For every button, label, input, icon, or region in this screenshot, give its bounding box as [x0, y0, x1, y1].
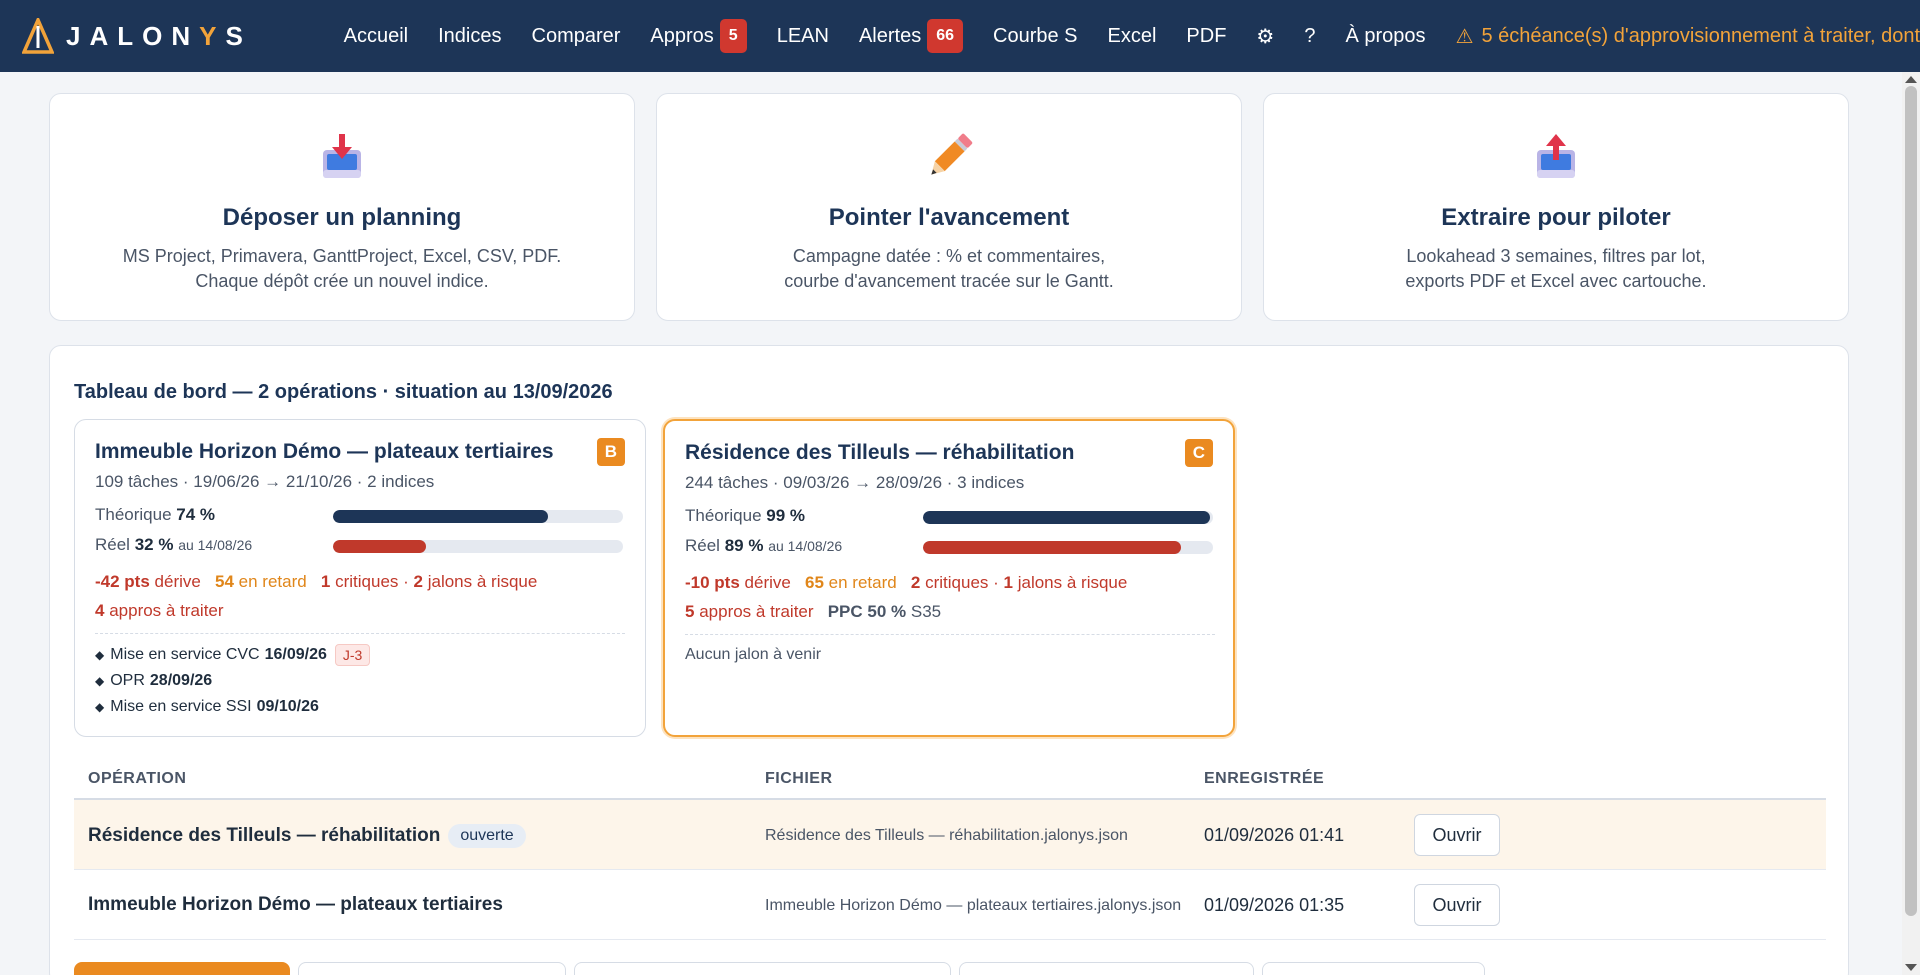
nav-alertes[interactable]: Alertes 66 — [859, 19, 963, 53]
saved-date: 01/09/2026 01:41 — [1204, 825, 1345, 845]
table-header: OPÉRATION FICHIER ENREGISTRÉE — [74, 756, 1826, 800]
warning-icon: ⚠ — [1455, 25, 1474, 48]
page-scrollbar[interactable] — [1902, 72, 1920, 975]
action-button[interactable] — [574, 962, 951, 975]
diamond-icon: ◆ — [95, 648, 105, 662]
operation-grade-badge: C — [1184, 439, 1213, 467]
action-button[interactable] — [298, 962, 566, 975]
progress-theorique: Théorique 74 % — [95, 505, 625, 527]
progress-fill-reel — [333, 540, 426, 553]
open-button[interactable]: Ouvrir — [1414, 884, 1500, 926]
operation-title: Immeuble Horizon Démo — plateaux tertiai… — [95, 440, 554, 463]
card-divider — [95, 633, 625, 634]
table-row[interactable]: Résidence des Tilleuls — réhabilitation o… — [74, 800, 1826, 870]
progress-fill-reel — [923, 541, 1182, 554]
milestone-item: ◆ OPR 28/09/26 — [95, 672, 213, 689]
file-name: Immeuble Horizon Démo — plateaux tertiai… — [765, 897, 1182, 914]
diamond-icon: ◆ — [95, 674, 105, 688]
action-button[interactable] — [1262, 962, 1485, 975]
dashboard-panel: Tableau de bord — 2 opérations · situati… — [49, 345, 1849, 975]
operation-card-tilleuls[interactable]: Résidence des Tilleuls — réhabilitation … — [663, 419, 1235, 737]
operation-name: Résidence des Tilleuls — réhabilitation — [88, 825, 441, 846]
nav-apropos[interactable]: À propos — [1345, 25, 1425, 48]
operation-appros: 4 appros à traiter — [95, 601, 224, 620]
feature-title: Pointer l'avancement — [828, 204, 1070, 231]
col-operation[interactable]: OPÉRATION — [88, 770, 186, 788]
milestone-list: ◆ Mise en service CVC 16/09/26 J-3 ◆ OPR 28/0… — [95, 642, 371, 720]
scroll-up-arrow-icon[interactable] — [1905, 76, 1917, 83]
nav-comparer[interactable]: Comparer — [532, 25, 621, 48]
operation-title: Résidence des Tilleuls — réhabilitation — [685, 441, 1075, 464]
top-navigation-bar: JALONYS Accueil Indices Comparer Appros 5… — [0, 0, 1920, 72]
progress-track — [923, 511, 1213, 524]
brand-name: JALONYS — [66, 20, 252, 51]
operation-appros: 5 appros à traiter PPC 50 % S35 — [685, 602, 942, 621]
pencil-icon — [931, 133, 973, 175]
inbox-download-icon — [323, 134, 361, 178]
feature-title: Déposer un planning — [222, 204, 462, 231]
scroll-thumb[interactable] — [1905, 86, 1917, 916]
saved-date: 01/09/2026 01:35 — [1204, 895, 1345, 915]
nav-accueil[interactable]: Accueil — [344, 25, 408, 48]
main-nav: Accueil Indices Comparer Appros 5 LEAN Al… — [344, 19, 1920, 53]
nav-excel[interactable]: Excel — [1108, 25, 1157, 48]
open-status-badge: ouverte — [448, 824, 526, 848]
progress-theorique: Théorique 99 % — [685, 506, 1215, 528]
open-button[interactable]: Ouvrir — [1414, 814, 1500, 856]
bottom-action-buttons — [74, 962, 1493, 975]
supply-alert-banner[interactable]: ⚠ 5 échéance(s) d'approvisionnement à tra… — [1456, 24, 1920, 49]
dashboard-title: Tableau de bord — 2 opérations · situati… — [74, 381, 613, 403]
nav-lean[interactable]: LEAN — [777, 25, 829, 48]
feature-description: Campagne datée : % et commentaires, courb… — [784, 246, 1114, 291]
file-name: Résidence des Tilleuls — réhabilitation.… — [765, 827, 1128, 844]
feature-description: Lookahead 3 semaines, filtres par lot, ex… — [1405, 246, 1707, 291]
ppc-value: PPC 50 % — [827, 602, 907, 621]
operation-stats: -10 pts dérive 65 en retard 2 critiques … — [685, 573, 1128, 592]
nav-indices[interactable]: Indices — [438, 25, 501, 48]
scroll-down-arrow-icon[interactable] — [1905, 964, 1917, 971]
action-button[interactable] — [959, 962, 1254, 975]
milestone-item: ◆ Mise en service SSI 09/10/26 — [95, 698, 319, 715]
feature-title: Extraire pour piloter — [1441, 204, 1671, 231]
feature-card-deposer[interactable]: Déposer un planning MS Project, Primaver… — [49, 93, 635, 321]
jalon-cone-icon — [22, 18, 54, 54]
operation-card-horizon[interactable]: Immeuble Horizon Démo — plateaux tertiai… — [74, 419, 646, 737]
nav-appros[interactable]: Appros 5 — [650, 19, 747, 53]
primary-action-button[interactable] — [74, 962, 290, 975]
progress-track — [333, 510, 623, 523]
appros-count-badge: 5 — [719, 19, 747, 53]
milestone-item: ◆ Mise en service CVC 16/09/26 J-3 — [95, 642, 371, 668]
progress-fill-theorique — [923, 511, 1211, 524]
countdown-tag: J-3 — [334, 644, 371, 666]
operation-meta: 109 tâches · 19/06/26 → 21/10/26 · 2 ind… — [95, 472, 435, 491]
alertes-count-badge: 66 — [927, 19, 963, 53]
operation-meta: 244 tâches · 09/03/26 → 28/09/26 · 3 ind… — [685, 473, 1025, 492]
feature-card-extraire[interactable]: Extraire pour piloter Lookahead 3 semain… — [1263, 93, 1849, 321]
gear-icon[interactable]: ⚙ — [1256, 24, 1274, 49]
operation-name: Immeuble Horizon Démo — plateaux tertiai… — [88, 894, 503, 915]
progress-fill-theorique — [333, 510, 548, 523]
col-file[interactable]: FICHIER — [765, 770, 833, 788]
progress-reel: Réel 32 % au 14/08/26 — [95, 535, 625, 557]
operations-table: OPÉRATION FICHIER ENREGISTRÉE Résidence … — [74, 756, 1826, 940]
progress-track — [333, 540, 623, 553]
operation-grade-badge: B — [596, 438, 625, 466]
brand-logo[interactable]: JALONYS — [22, 18, 344, 54]
feature-card-pointer[interactable]: Pointer l'avancement Campagne datée : % … — [656, 93, 1242, 321]
feature-description: MS Project, Primavera, GanttProject, Exc… — [122, 246, 562, 291]
card-divider — [685, 634, 1215, 635]
table-row[interactable]: Immeuble Horizon Démo — plateaux tertiai… — [74, 870, 1826, 940]
help-icon[interactable]: ? — [1304, 25, 1315, 48]
nav-courbe-s[interactable]: Courbe S — [993, 25, 1078, 48]
progress-reel: Réel 89 % au 14/08/26 — [685, 536, 1215, 558]
operation-stats: -42 pts dérive 54 en retard 1 critiques … — [95, 572, 538, 591]
diamond-icon: ◆ — [95, 700, 105, 714]
nav-pdf[interactable]: PDF — [1186, 25, 1226, 48]
no-milestone-text: Aucun jalon à venir — [685, 646, 822, 663]
outbox-upload-icon — [1537, 134, 1575, 178]
progress-track — [923, 541, 1213, 554]
col-saved[interactable]: ENREGISTRÉE — [1204, 770, 1324, 788]
